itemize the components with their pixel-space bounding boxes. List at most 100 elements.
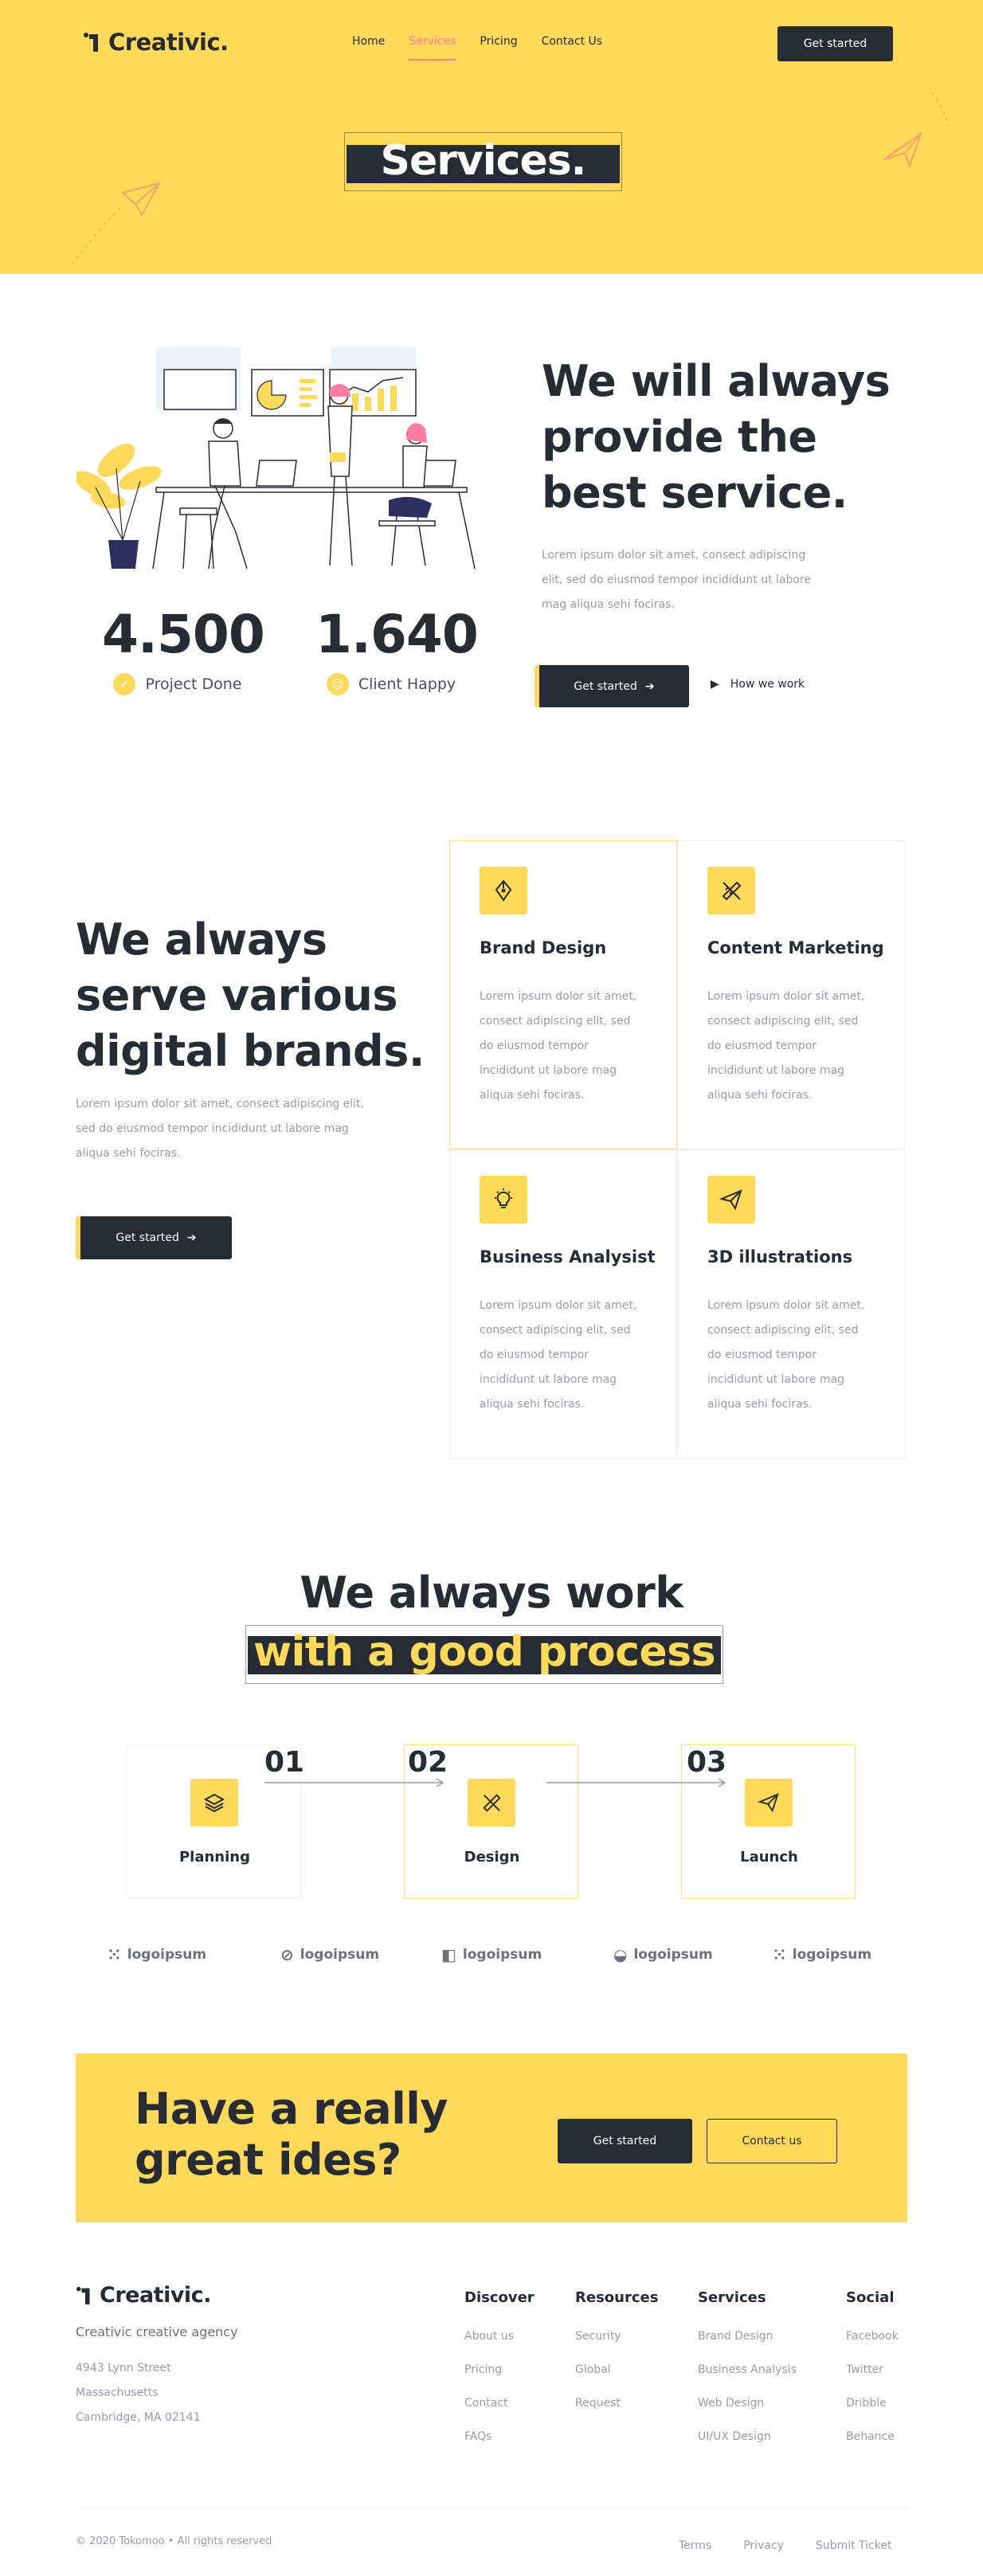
team-illustration [76, 347, 476, 570]
process-heading-highlight-text: with a good process [253, 1628, 716, 1676]
footer-link[interactable]: About us [464, 2330, 535, 2343]
footer-divider [76, 2507, 907, 2508]
footer-link[interactable]: Facebook [846, 2330, 899, 2343]
stat-projects: 4.500 ✓ Project Done [102, 604, 265, 695]
card-text-line: Lorem ipsum dolor sit amet, [707, 1299, 865, 1312]
footer-link[interactable]: Global [575, 2363, 658, 2376]
card-text-line: Lorem ipsum dolor sit amet, [480, 990, 637, 1003]
brands-heading-line: We always [76, 914, 327, 965]
card-text-line: aliqua sehi fociras. [480, 1089, 585, 1102]
footer-address-line: Cambridge, MA 02141 [76, 2411, 201, 2424]
footer-link[interactable]: Twitter [846, 2363, 899, 2376]
card-text: Lorem ipsum dolor sit amet, consect adip… [707, 985, 883, 1108]
nav-pricing[interactable]: Pricing [480, 35, 517, 61]
footer-link[interactable]: FAQs [464, 2430, 535, 2443]
footer-link[interactable]: UI/UX Design [698, 2430, 797, 2443]
stat-projects-label: Project Done [145, 675, 242, 693]
process-step-number: 03 [687, 1746, 727, 1779]
nav-services[interactable]: Services [409, 35, 456, 61]
cta-heading-line: great ides? [135, 2135, 401, 2185]
process-step-number: 02 [408, 1746, 448, 1779]
footer-link[interactable]: Behance [846, 2430, 899, 2443]
footer-submit-ticket-link[interactable]: Submit Ticket [816, 2539, 892, 2552]
cta-get-started-button[interactable]: Get started [558, 2119, 692, 2163]
footer-bottom-links: Terms Privacy Submit Ticket [679, 2539, 891, 2552]
cta-banner: Have a really great ides? Get started Co… [76, 2053, 907, 2222]
footer-link[interactable]: Contact [464, 2397, 535, 2410]
nav-contact[interactable]: Contact Us [542, 35, 602, 61]
pen-nib-icon [480, 867, 527, 914]
partner-logo-name: logoipsum [127, 1947, 207, 1963]
logoipsum-mark-icon: ⁙ [773, 1945, 786, 1964]
stat-clients: 1.640 ☺ Client Happy [315, 604, 479, 695]
card-text-line: consect adipiscing elit, sed [480, 1015, 631, 1028]
intro-paragraph-line: Lorem ipsum dolor sit amet, consect adip… [542, 549, 806, 562]
footer-column-title: Resources [575, 2289, 659, 2306]
partner-logo: ◧ logoipsum [441, 1945, 542, 1964]
check-icon: ✓ [113, 673, 136, 695]
footer-link[interactable]: Brand Design [698, 2330, 797, 2343]
card-text-line: do eiusmod tempor [707, 1039, 817, 1052]
partner-logo-name: logoipsum [462, 1947, 542, 1963]
partner-logo: ◒ logoipsum [613, 1945, 713, 1964]
lightbulb-icon [480, 1176, 527, 1223]
card-title: Brand Design [480, 938, 607, 957]
footer-copyright: © 2020 Tokomoo • All rights reserved [76, 2535, 272, 2547]
footer-address: 4943 Lynn Street Massachusetts Cambridge… [76, 2356, 200, 2430]
intro-get-started-label: Get started [574, 679, 637, 693]
paper-plane-doodle-right [883, 92, 949, 168]
nav-home[interactable]: Home [352, 35, 385, 61]
service-card-3d-illustrations[interactable]: 3D illustrations Lorem ipsum dolor sit a… [677, 1149, 905, 1459]
how-we-work-link[interactable]: ▶ How we work [711, 678, 805, 691]
logoipsum-mark-icon: ⁙ [108, 1945, 121, 1964]
logoipsum-mark-icon: ⊘ [280, 1945, 294, 1964]
brands-paragraph-line: aliqua sehi fociras. [76, 1147, 181, 1160]
footer-column-title: Discover [464, 2289, 535, 2306]
logoipsum-mark-icon: ◒ [613, 1945, 628, 1964]
footer-terms-link[interactable]: Terms [679, 2539, 711, 2552]
footer-column-title: Social [846, 2289, 895, 2306]
footer-link[interactable]: Dribble [846, 2397, 899, 2410]
partner-logo-name: logoipsum [633, 1947, 713, 1963]
footer-link[interactable]: Request [575, 2397, 658, 2410]
stat-clients-value: 1.640 [315, 604, 479, 665]
process-arrow-2 [546, 1778, 726, 1787]
brands-heading: We always serve various digital brands. [76, 912, 442, 1079]
card-text-line: do eiusmod tempor [707, 1349, 817, 1361]
paper-plane-icon [707, 1176, 755, 1223]
card-title: 3D illustrations [707, 1247, 853, 1266]
footer-column-services: Services Brand Design Business Analysis … [698, 2289, 797, 2443]
brand-mark-icon [76, 2286, 90, 2304]
process-step-label: Planning [178, 1849, 250, 1865]
service-card-brand-design[interactable]: Brand Design Lorem ipsum dolor sit amet,… [449, 840, 677, 1149]
footer-link[interactable]: Web Design [698, 2397, 797, 2410]
footer-address-line: 4943 Lynn Street [76, 2362, 171, 2374]
intro-paragraph-line: mag aliqua sehi fociras. [542, 598, 675, 611]
card-text: Lorem ipsum dolor sit amet, consect adip… [707, 1294, 883, 1417]
brands-paragraph-line: Lorem ipsum dolor sit amet, consect adip… [76, 1098, 364, 1110]
service-card-content-marketing[interactable]: Content Marketing Lorem ipsum dolor sit … [677, 840, 905, 1149]
brands-get-started-button[interactable]: Get started ➔ [76, 1216, 232, 1259]
header-get-started-button[interactable]: Get started [777, 26, 893, 61]
footer-brand-name: Creativic. [100, 2283, 211, 2308]
process-heading: We always work [300, 1568, 683, 1618]
brand-name: Creativic. [108, 29, 229, 56]
footer-link[interactable]: Security [575, 2330, 658, 2343]
pencil-ruler-icon [707, 867, 755, 914]
partner-logo-name: logoipsum [300, 1947, 380, 1963]
card-text-line: consect adipiscing elit, sed [707, 1015, 859, 1028]
service-card-business-analysist[interactable]: Business Analysist Lorem ipsum dolor sit… [449, 1149, 677, 1459]
footer-link[interactable]: Pricing [464, 2363, 535, 2376]
pencil-ruler-icon [468, 1779, 515, 1826]
paper-plane-icon [745, 1779, 793, 1826]
footer-brand-logo[interactable]: Creativic. [76, 2283, 211, 2308]
cta-contact-button[interactable]: Contact us [707, 2119, 837, 2163]
footer-privacy-link[interactable]: Privacy [743, 2539, 784, 2552]
intro-get-started-button[interactable]: Get started ➔ [535, 665, 689, 707]
footer-link[interactable]: Business Analysis [698, 2363, 797, 2376]
brands-paragraph: Lorem ipsum dolor sit amet, consect adip… [76, 1092, 410, 1166]
intro-heading-line: provide the [542, 412, 817, 462]
layers-icon [190, 1779, 238, 1826]
card-text-line: Lorem ipsum dolor sit amet, [707, 990, 865, 1003]
brand-logo[interactable]: Creativic. [83, 29, 229, 56]
